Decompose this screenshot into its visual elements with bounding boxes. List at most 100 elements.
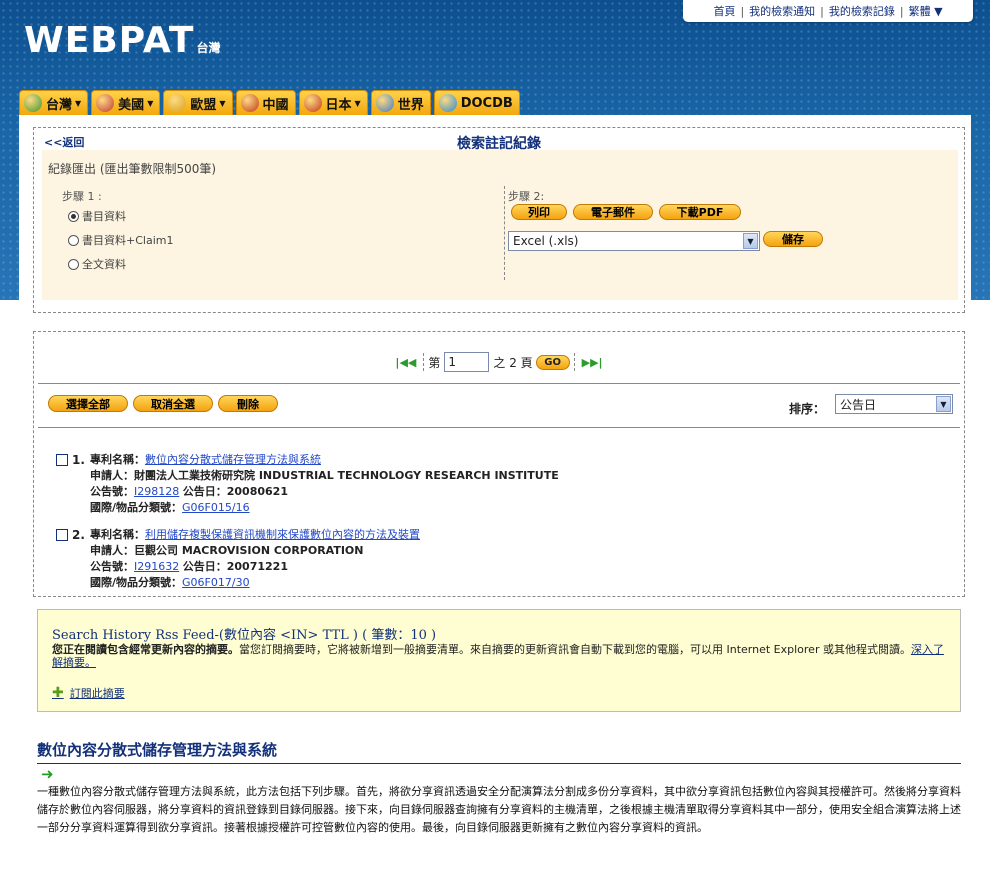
patent-title-link[interactable]: 數位內容分散式儲存管理方法與系統 xyxy=(145,453,321,466)
webpat-logo[interactable]: WEBPAT 台灣 xyxy=(24,22,220,60)
results-panel: |◀◀ 第 1 之 2 頁 GO ▶▶| 選擇全部 取消全選 刪除 排序： 公告… xyxy=(33,331,965,597)
page-input[interactable]: 1 xyxy=(444,352,490,372)
top-navigation: 首頁 | 我的檢索通知 | 我的檢索記錄 | 繁體 ▼ xyxy=(683,0,973,22)
tab-label: 中國 xyxy=(262,97,289,113)
abstract-title: 數位內容分散式儲存管理方法與系統 xyxy=(37,739,961,764)
tab-美國[interactable]: 美國 ▼ xyxy=(91,90,161,115)
export-format-select[interactable]: Excel (.xls) ▼ xyxy=(508,231,760,251)
field-label: 國際/物品分類號： xyxy=(90,576,183,589)
sort-label: 排序： xyxy=(789,402,826,416)
field-label: 申請人： xyxy=(90,469,134,482)
search-history-link[interactable]: 我的檢索記錄 xyxy=(824,3,900,19)
chevron-down-icon: ▼ xyxy=(219,98,226,108)
field-label: 公告號： xyxy=(90,560,134,573)
publication-number-link[interactable]: I298128 xyxy=(134,485,179,498)
go-button[interactable]: GO xyxy=(535,354,570,370)
last-page-icon[interactable]: ▶▶| xyxy=(582,356,603,369)
sort-select[interactable]: 公告日 ▼ xyxy=(835,394,953,414)
radio-icon xyxy=(68,258,79,270)
chevron-down-icon: ▼ xyxy=(743,233,758,249)
result-checkbox[interactable] xyxy=(56,454,68,466)
search-notify-link[interactable]: 我的檢索通知 xyxy=(744,3,820,19)
country-tabs: 台灣 ▼ 美國 ▼ 歐盟 ▼ 中國 日本 ▼ 世界 DOCDB xyxy=(19,90,520,115)
print-button[interactable]: 列印 xyxy=(511,204,567,220)
option-fulltext[interactable]: 全文資料 xyxy=(68,256,126,272)
field-label: 專利名稱： xyxy=(90,453,145,466)
record-panel: <<返回 檢索註記紀錄 紀錄匯出 (匯出筆數限制500筆) 步驟 1 : 書目資… xyxy=(33,127,965,313)
chevron-down-icon: ▼ xyxy=(75,98,82,108)
flag-icon xyxy=(168,94,187,112)
option-bibliographic-claim1[interactable]: 書目資料+Claim1 xyxy=(68,232,173,248)
rss-description: 您正在閱讀包含經常更新內容的摘要。當您訂閱摘要時，它將被新增到一般摘要清單。來自… xyxy=(52,643,948,669)
patent-title-link[interactable]: 利用儲存複製保護資訊機制來保護數位內容的方法及裝置 xyxy=(145,528,420,541)
tab-日本[interactable]: 日本 ▼ xyxy=(298,90,368,115)
chevron-down-icon: ▼ xyxy=(934,5,943,18)
publication-number-link[interactable]: I291632 xyxy=(134,560,179,573)
chevron-down-icon: ▼ xyxy=(147,98,154,108)
language-label: 繁體 xyxy=(908,5,931,18)
pager-separator xyxy=(423,353,425,371)
field-label: 公告日： xyxy=(182,560,227,573)
radio-selected-icon xyxy=(68,210,79,222)
tab-歐盟[interactable]: 歐盟 ▼ xyxy=(163,90,233,115)
rss-title: Search History Rss Feed-(數位內容 <IN> TTL )… xyxy=(52,628,437,643)
applicant-value: 財團法人工業技術研究院 INDUSTRIAL TECHNOLOGY RESEAR… xyxy=(134,469,559,482)
deselect-all-button[interactable]: 取消全選 xyxy=(133,395,213,412)
tab-label: DOCDB xyxy=(460,95,513,111)
logo-subtitle: 台灣 xyxy=(196,41,221,55)
field-label: 申請人： xyxy=(90,544,134,557)
result-number: 2. xyxy=(72,528,85,542)
page-prefix: 第 xyxy=(428,355,441,370)
field-label: 國際/物品分類號： xyxy=(90,501,183,514)
tab-label: 台灣 xyxy=(46,97,73,113)
add-feed-icon: ✚ xyxy=(52,685,64,701)
save-button[interactable]: 儲存 xyxy=(763,231,823,247)
rss-desc-bold: 您正在閱讀包含經常更新內容的摘要。 xyxy=(52,643,239,656)
flag-icon xyxy=(96,94,115,112)
result-checkbox[interactable] xyxy=(56,529,68,541)
subscribe-link[interactable]: ✚ 訂閱此摘要 xyxy=(52,685,125,701)
applicant-value: 巨觀公司 MACROVISION CORPORATION xyxy=(134,544,364,557)
tab-label: 世界 xyxy=(397,97,424,113)
ipc-link[interactable]: G06F017/30 xyxy=(182,576,250,589)
pager-separator xyxy=(573,353,575,371)
flag-icon xyxy=(375,94,394,112)
divider xyxy=(38,427,960,428)
option-label: 全文資料 xyxy=(82,258,126,271)
radio-icon xyxy=(68,234,79,246)
flag-icon xyxy=(24,94,42,112)
field-label: 公告日： xyxy=(182,485,227,498)
tab-label: 歐盟 xyxy=(190,97,217,113)
download-pdf-button[interactable]: 下載PDF xyxy=(659,204,741,220)
tab-中國[interactable]: 中國 xyxy=(235,90,296,115)
tab-世界[interactable]: 世界 xyxy=(370,90,431,115)
tab-label: 日本 xyxy=(325,97,352,113)
arrow-right-icon: ➜ xyxy=(41,765,54,783)
select-value: 公告日 xyxy=(840,397,877,412)
field-label: 專利名稱： xyxy=(90,528,145,541)
first-page-icon[interactable]: |◀◀ xyxy=(395,356,416,369)
page-of: 之 2 頁 xyxy=(493,355,533,370)
main-content: <<返回 檢索註記紀錄 紀錄匯出 (匯出筆數限制500筆) 步驟 1 : 書目資… xyxy=(19,115,971,879)
export-title: 紀錄匯出 (匯出筆數限制500筆) xyxy=(48,162,217,176)
tab-台灣[interactable]: 台灣 ▼ xyxy=(19,90,89,115)
email-button[interactable]: 電子郵件 xyxy=(573,204,653,220)
home-link[interactable]: 首頁 xyxy=(708,3,740,19)
option-label: 書目資料 xyxy=(82,210,126,223)
option-bibliographic[interactable]: 書目資料 xyxy=(68,208,126,224)
step1-label: 步驟 1 : xyxy=(62,190,102,203)
delete-button[interactable]: 刪除 xyxy=(218,395,278,412)
flag-icon xyxy=(303,94,322,112)
language-select[interactable]: 繁體 ▼ xyxy=(904,3,948,19)
step2-label: 步驟 2: xyxy=(508,190,545,203)
tab-docdb[interactable]: DOCDB xyxy=(433,90,520,115)
ipc-link[interactable]: G06F015/16 xyxy=(182,501,250,514)
publication-date: 20071221 xyxy=(226,560,288,573)
logo-text: WEBPAT xyxy=(24,20,195,61)
abstract-text: 一種數位內容分散式儲存管理方法與系統，此方法包括下列步驟。首先，將欲分享資訊透過… xyxy=(37,785,961,834)
export-section: 紀錄匯出 (匯出筆數限制500筆) 步驟 1 : 書目資料 書目資料+Claim… xyxy=(42,150,958,300)
option-label: 書目資料+Claim1 xyxy=(82,234,174,247)
publication-date: 20080621 xyxy=(226,485,288,498)
select-all-button[interactable]: 選擇全部 xyxy=(48,395,128,412)
chevron-down-icon: ▼ xyxy=(354,98,361,108)
